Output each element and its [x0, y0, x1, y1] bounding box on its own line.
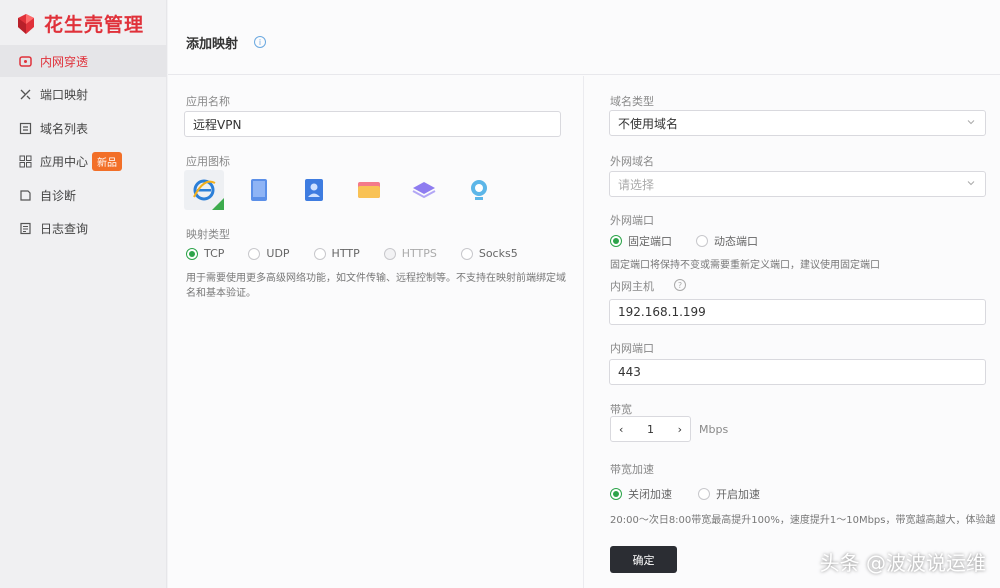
page-title: 添加映射 — [186, 36, 239, 52]
internal-port-label: 内网端口 — [610, 342, 654, 355]
question-icon[interactable]: ? — [674, 279, 686, 291]
right-form-column: 域名类型 不使用域名 外网域名 请选择 外网端口 固定端口 动态端口 固定端口将… — [598, 76, 998, 588]
main-panel: 添加映射 i 应用名称 远程VPN 应用图标 映射类型 TCP UDP HTTP… — [168, 0, 1000, 588]
page-header: 添加映射 i — [168, 0, 1000, 75]
sidebar-item-intranet[interactable]: 内网穿透 — [0, 45, 167, 77]
radio-fixed-port[interactable]: 固定端口 — [610, 233, 672, 249]
radio-label: 关闭加速 — [628, 488, 672, 501]
domain-label: 外网域名 — [610, 155, 654, 168]
sidebar-item-label: 域名列表 — [40, 121, 89, 136]
sidebar-item-label: 自诊断 — [40, 188, 77, 203]
new-badge: 新品 — [92, 152, 123, 171]
radio-tcp[interactable]: TCP — [186, 247, 224, 260]
watermark: 头条 @波波说运维 — [819, 551, 986, 575]
bandwidth-value[interactable]: 1 — [647, 423, 654, 436]
mapping-type-label: 映射类型 — [186, 228, 230, 241]
radio-checked-icon — [610, 488, 622, 500]
sidebar-item-app-center[interactable]: 应用中心 新品 — [0, 146, 167, 178]
internal-host-label: 内网主机 — [610, 280, 654, 293]
app-icon-picker — [184, 170, 514, 210]
sidebar-item-label: 内网穿透 — [40, 54, 89, 69]
acceleration-radio-group: 关闭加速 开启加速 — [610, 486, 784, 502]
radio-checked-icon — [610, 235, 622, 247]
shield-icon — [18, 54, 32, 68]
radio-label: 开启加速 — [716, 488, 760, 501]
bandwidth-stepper: ‹ 1 › — [610, 416, 691, 442]
radio-label: 固定端口 — [628, 235, 672, 248]
domain-type-value: 不使用域名 — [618, 116, 679, 131]
external-port-radio-group: 固定端口 动态端口 — [610, 233, 782, 249]
increment-button[interactable]: › — [678, 423, 682, 436]
radio-label: UDP — [266, 247, 290, 260]
internal-port-input[interactable]: 443 — [609, 359, 986, 385]
chevron-down-icon — [967, 181, 975, 186]
apps-icon — [18, 155, 32, 169]
radio-label: Socks5 — [478, 247, 518, 260]
radio-https: HTTPS — [383, 247, 437, 260]
sidebar-item-log[interactable]: 日志查询 — [0, 213, 167, 245]
sidebar-item-label: 应用中心 — [40, 155, 89, 169]
tablet-icon[interactable] — [239, 170, 279, 210]
sidebar-item-diagnose[interactable]: 自诊断 — [0, 179, 167, 211]
radio-icon — [696, 235, 708, 247]
folder-icon[interactable] — [349, 170, 389, 210]
radio-udp[interactable]: UDP — [248, 247, 290, 260]
cloud-icon[interactable] — [459, 170, 499, 210]
app-title: 花生壳管理 — [44, 14, 145, 36]
port-icon — [18, 88, 32, 102]
mapping-type-description: 用于需要使用更多高级网络功能，如文件传输、远程控制等。不支持在映射前端绑定域名和… — [186, 273, 566, 299]
app-icon-label: 应用图标 — [186, 155, 230, 168]
bandwidth-label: 带宽 — [610, 403, 632, 416]
contact-icon[interactable] — [294, 170, 334, 210]
radio-accel-off[interactable]: 关闭加速 — [610, 486, 672, 502]
domain-placeholder: 请选择 — [618, 177, 655, 192]
radio-accel-on[interactable]: 开启加速 — [698, 486, 760, 502]
list-icon — [18, 121, 32, 135]
sidebar-item-domain-list[interactable]: 域名列表 — [0, 112, 167, 144]
radio-checked-icon — [186, 247, 198, 260]
domain-select[interactable]: 请选择 — [609, 171, 986, 197]
left-form-column: 应用名称 远程VPN 应用图标 映射类型 TCP UDP HTTP HTTPS … — [168, 76, 583, 588]
acceleration-label: 带宽加速 — [610, 463, 654, 476]
layers-icon[interactable] — [404, 170, 444, 210]
radio-icon — [313, 247, 326, 260]
decrement-button[interactable]: ‹ — [619, 423, 623, 436]
bandwidth-unit: Mbps — [699, 423, 729, 436]
sidebar-item-label: 日志查询 — [40, 222, 89, 236]
sidebar-item-label: 端口映射 — [40, 88, 89, 102]
mapping-type-radio-group: TCP UDP HTTP HTTPS Socks5 — [186, 247, 542, 260]
radio-label: HTTP — [331, 247, 360, 260]
column-divider — [583, 76, 584, 588]
ie-icon[interactable] — [184, 170, 224, 210]
chevron-down-icon — [967, 120, 975, 125]
confirm-button[interactable]: 确定 — [610, 546, 677, 573]
info-icon[interactable]: i — [254, 36, 267, 48]
radio-icon — [698, 488, 710, 500]
radio-label: 动态端口 — [714, 235, 758, 248]
radio-icon — [460, 247, 473, 260]
log-icon — [18, 222, 32, 236]
external-port-label: 外网端口 — [610, 214, 654, 227]
internal-host-input[interactable]: 192.168.1.199 — [609, 299, 986, 325]
app-name-input[interactable]: 远程VPN — [184, 111, 561, 137]
radio-socks5[interactable]: Socks5 — [460, 247, 518, 260]
radio-icon — [383, 247, 396, 260]
radio-dynamic-port[interactable]: 动态端口 — [696, 233, 758, 249]
acceleration-hint: 20:00～次日8:00带宽最高提升100%，速度提升1～10Mbps，带宽越高… — [610, 515, 995, 526]
sidebar-item-port-mapping[interactable]: 端口映射 — [0, 79, 167, 111]
radio-http[interactable]: HTTP — [313, 247, 360, 260]
radio-label: HTTPS — [401, 247, 437, 260]
domain-type-select[interactable]: 不使用域名 — [609, 110, 986, 136]
external-port-hint: 固定端口将保持不变或需要重新定义端口，建议使用固定端口 — [610, 260, 880, 271]
domain-type-label: 域名类型 — [610, 95, 654, 108]
selected-check-icon — [212, 198, 224, 210]
radio-icon — [248, 247, 261, 260]
app-name-label: 应用名称 — [186, 95, 230, 108]
diagnose-icon — [18, 188, 32, 202]
sidebar-nav: 内网穿透 端口映射 域名列表 应用中心 新品 自诊断 日志查询 — [0, 45, 167, 246]
radio-label: TCP — [204, 247, 225, 260]
app-logo[interactable]: 花生壳管理 — [14, 10, 144, 37]
logo-icon — [18, 13, 34, 34]
sidebar: 花生壳管理 内网穿透 端口映射 域名列表 应用中心 新品 自诊断 日志查询 — [0, 0, 167, 588]
